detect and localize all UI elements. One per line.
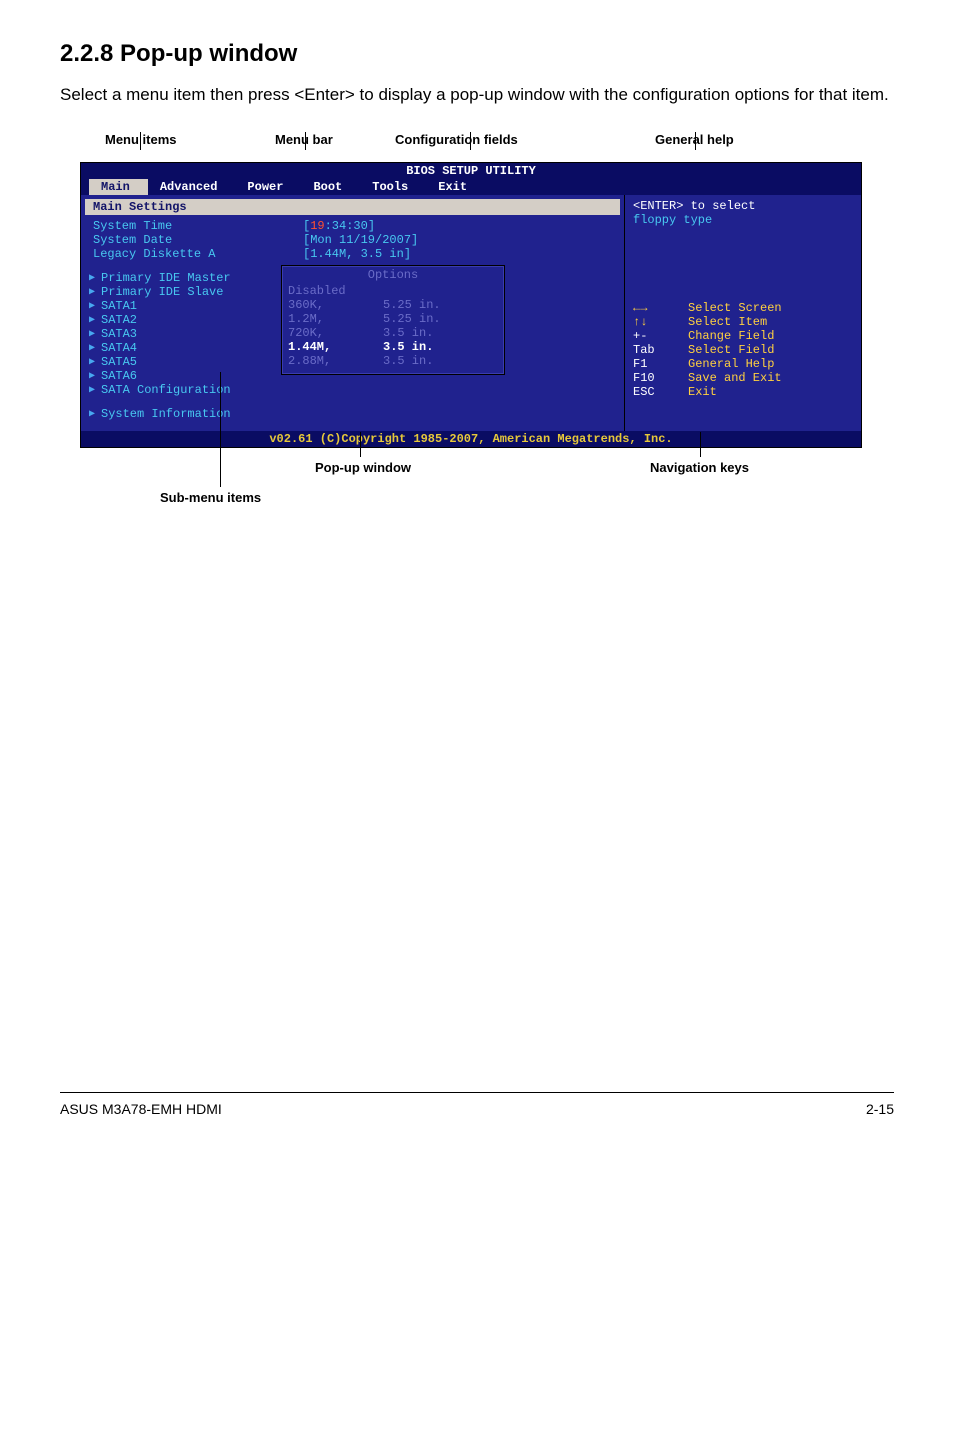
- field-value: [19:34:30]: [303, 219, 375, 233]
- nav-keys-list: ←→Select Screen ↑↓Select Item +-Change F…: [633, 301, 853, 399]
- triangle-icon: ▶: [89, 300, 101, 312]
- field-system-time[interactable]: System Time [19:34:30]: [85, 219, 620, 233]
- popup-item[interactable]: Disabled: [288, 284, 498, 298]
- label-popup-window: Pop-up window: [315, 460, 411, 475]
- field-legacy-diskette[interactable]: Legacy Diskette A [1.44M, 3.5 in]: [85, 247, 620, 261]
- help-text: <ENTER> to select: [633, 199, 853, 213]
- key-desc: Exit: [688, 385, 717, 399]
- field-value: [1.44M, 3.5 in]: [303, 247, 411, 261]
- key-desc: Change Field: [688, 329, 774, 343]
- label-submenu-items: Sub-menu items: [160, 490, 261, 505]
- key-desc: General Help: [688, 357, 774, 371]
- bios-title: BIOS SETUP UTILITY: [81, 163, 861, 179]
- section-description: Select a menu item then press <Enter> to…: [60, 83, 894, 107]
- label-config-fields: Configuration fields: [395, 132, 518, 147]
- label-nav-keys: Navigation keys: [650, 460, 749, 475]
- popup-item[interactable]: 1.2M,5.25 in.: [288, 312, 498, 326]
- field-key: System Time: [93, 219, 303, 233]
- triangle-icon: ▶: [89, 286, 101, 298]
- submenu-system-info[interactable]: ▶System Information: [85, 407, 620, 421]
- key-glyph-lr: ←→: [633, 301, 688, 315]
- triangle-icon: ▶: [89, 314, 101, 326]
- key-label: Tab: [633, 343, 688, 357]
- key-desc: Select Item: [688, 315, 767, 329]
- footer-right: 2-15: [866, 1101, 894, 1117]
- tab-advanced[interactable]: Advanced: [148, 179, 236, 195]
- top-annotation-row: Menu items Menu bar Configuration fields…: [80, 132, 894, 162]
- popup-item[interactable]: 720K,3.5 in.: [288, 326, 498, 340]
- key-label: +-: [633, 329, 688, 343]
- bios-help-pane: <ENTER> to select floppy type ←→Select S…: [624, 195, 861, 431]
- popup-item[interactable]: 360K,5.25 in.: [288, 298, 498, 312]
- field-value: [Mon 11/19/2007]: [303, 233, 418, 247]
- tab-exit[interactable]: Exit: [426, 179, 485, 195]
- bios-left-pane: Main Settings System Time [19:34:30] Sys…: [81, 195, 624, 431]
- triangle-icon: ▶: [89, 408, 101, 420]
- triangle-icon: ▶: [89, 356, 101, 368]
- bios-footer: v02.61 (C)Copyright 1985-2007, American …: [81, 431, 861, 447]
- tab-boot[interactable]: Boot: [301, 179, 360, 195]
- field-key: Legacy Diskette A: [93, 247, 303, 261]
- section-heading: 2.2.8 Pop-up window: [60, 40, 894, 68]
- field-key: System Date: [93, 233, 303, 247]
- key-desc: Save and Exit: [688, 371, 782, 385]
- triangle-icon: ▶: [89, 328, 101, 340]
- bios-menu-bar: Main Advanced Power Boot Tools Exit: [81, 179, 861, 195]
- bios-screenshot: BIOS SETUP UTILITY Main Advanced Power B…: [80, 162, 862, 448]
- key-glyph-ud: ↑↓: [633, 315, 688, 329]
- help-text: floppy type: [633, 213, 853, 227]
- triangle-icon: ▶: [89, 272, 101, 284]
- key-label: F10: [633, 371, 688, 385]
- label-menu-bar: Menu bar: [275, 132, 333, 147]
- triangle-icon: ▶: [89, 342, 101, 354]
- popup-item[interactable]: 2.88M,3.5 in.: [288, 354, 498, 368]
- tab-power[interactable]: Power: [235, 179, 301, 195]
- tab-main[interactable]: Main: [89, 179, 148, 195]
- popup-title: Options: [288, 268, 498, 282]
- key-label: F1: [633, 357, 688, 371]
- popup-window: Options Disabled 360K,5.25 in. 1.2M,5.25…: [281, 265, 505, 375]
- tab-tools[interactable]: Tools: [360, 179, 426, 195]
- section-header: Main Settings: [85, 199, 620, 215]
- submenu-sata-config[interactable]: ▶SATA Configuration: [85, 383, 620, 397]
- page-footer: ASUS M3A78-EMH HDMI 2-15: [60, 1092, 894, 1117]
- popup-item-selected[interactable]: 1.44M,3.5 in.: [288, 340, 498, 354]
- key-label: ESC: [633, 385, 688, 399]
- field-system-date[interactable]: System Date [Mon 11/19/2007]: [85, 233, 620, 247]
- footer-left: ASUS M3A78-EMH HDMI: [60, 1101, 222, 1117]
- bottom-annotation-row: Pop-up window Navigation keys Sub-menu i…: [80, 452, 894, 512]
- key-desc: Select Field: [688, 343, 774, 357]
- triangle-icon: ▶: [89, 384, 101, 396]
- key-desc: Select Screen: [688, 301, 782, 315]
- triangle-icon: ▶: [89, 370, 101, 382]
